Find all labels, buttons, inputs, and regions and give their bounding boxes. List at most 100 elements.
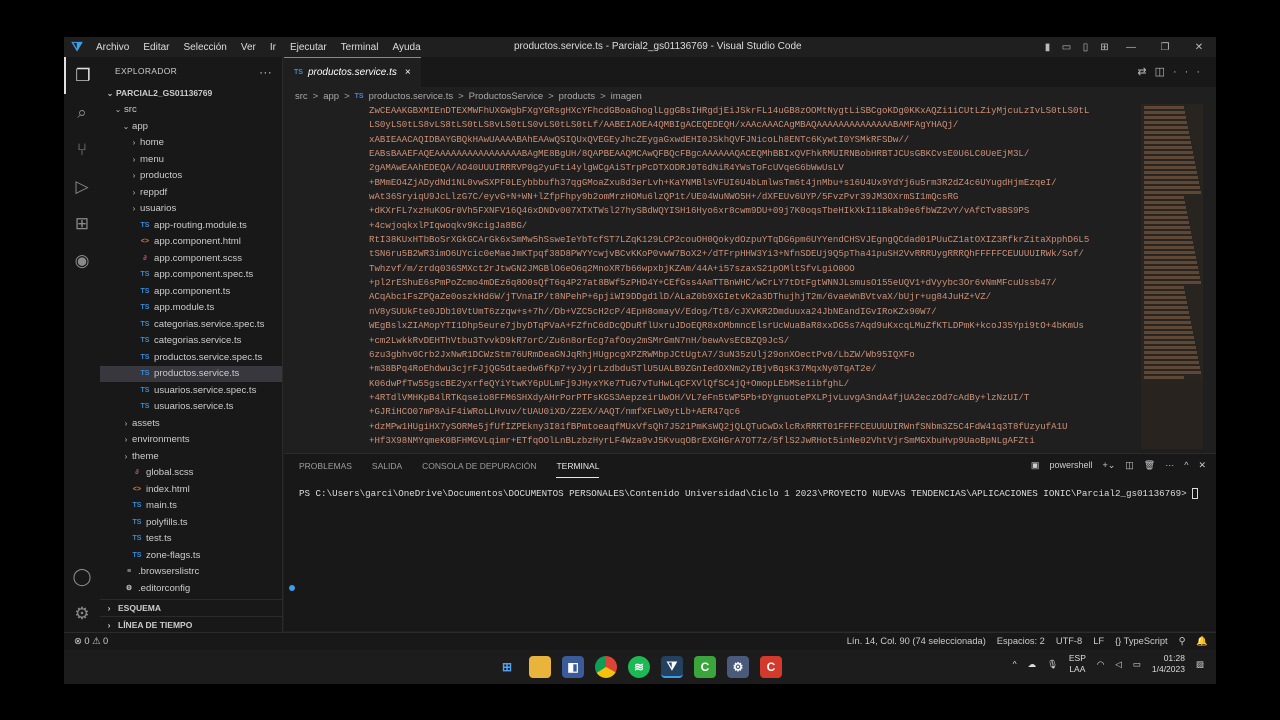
breadcrumb-item[interactable]: app [323,91,339,102]
timeline-section[interactable]: › LÍNEA DE TIEMPO [100,616,283,633]
minimap[interactable] [1141,104,1203,449]
settings-icon[interactable]: ⚙ [727,656,749,678]
vscode-taskbar-icon[interactable]: ⧩ [661,656,683,678]
live-share-icon[interactable]: ⚲ [1179,636,1186,647]
breadcrumb-item[interactable]: src [295,91,308,102]
show-hidden-icons-icon[interactable]: ^ [1013,659,1017,669]
more-icon[interactable]: ··· [1165,460,1174,471]
file-explorer-icon[interactable] [529,656,551,678]
breadcrumb-item[interactable]: ProductosService [469,91,543,102]
terminal-shell-icon[interactable]: ▣ [1031,460,1040,471]
panel-tab-problemas[interactable]: PROBLEMAS [299,455,352,477]
toggle-sidebar-icon[interactable]: ▮ [1038,42,1057,53]
tree-file[interactable]: ≡ .browserslistrc [100,564,282,581]
panel-tab-terminal[interactable]: TERMINAL [556,455,600,478]
tree-file[interactable]: TS usuarios.service.ts [100,399,282,416]
accounts-icon[interactable]: ◯ [64,558,100,595]
tree-file[interactable]: TS app.module.ts [100,300,282,317]
tree-file[interactable]: TS main.ts [100,498,282,515]
breadcrumb-item[interactable]: imagen [611,91,642,102]
tree-folder[interactable]: › theme [100,448,282,465]
menu-ver[interactable]: Ver [241,42,256,53]
tree-file[interactable]: TS zone-flags.ts [100,547,282,564]
explorer-icon[interactable]: ❐ [64,57,100,94]
toggle-panel-icon[interactable]: ▭ [1057,42,1076,53]
menu-selección[interactable]: Selección [183,42,226,53]
panel-tab-salida[interactable]: SALIDA [372,455,402,477]
panel-tab-consola-de-depuración[interactable]: CONSOLA DE DEPURACIÓN [422,455,536,477]
spotify-icon[interactable]: ≋ [628,656,650,678]
more-actions-icon[interactable]: ··· [259,65,272,79]
end-of-line[interactable]: LF [1093,636,1104,647]
menu-archivo[interactable]: Archivo [96,42,129,53]
menu-ayuda[interactable]: Ayuda [392,42,420,53]
tree-folder[interactable]: ⌄ app [100,118,282,135]
compare-icon[interactable]: ⇄ [1137,66,1154,78]
tree-file[interactable]: TS app.component.ts [100,283,282,300]
tree-file[interactable]: TS categorias.service.spec.ts [100,316,282,333]
tree-folder[interactable]: › menu [100,151,282,168]
project-root[interactable]: ⌄ PARCIAL2_GS01136769 [100,85,282,102]
tree-folder[interactable]: › usuarios [100,201,282,218]
source-control-icon[interactable]: ⑂ [64,131,100,168]
tree-folder[interactable]: › reppdf [100,184,282,201]
tree-file[interactable]: ∂ global.scss [100,465,282,482]
run-debug-icon[interactable]: ▷ [64,168,100,205]
tree-file[interactable]: TS usuarios.service.spec.ts [100,382,282,399]
tree-folder[interactable]: › productos [100,168,282,185]
breadcrumb-item[interactable]: products [559,91,595,102]
outline-section[interactable]: › ESQUEMA [100,599,283,616]
minimize-button[interactable]: — [1114,42,1148,53]
menu-editar[interactable]: Editar [143,42,169,53]
tree-file[interactable]: TS polyfills.ts [100,514,282,531]
cursor-position[interactable]: Lín. 14, Col. 90 (74 seleccionada) [847,636,986,647]
clock[interactable]: 01:28 1/4/2023 [1152,653,1185,675]
close-window-button[interactable]: ✕ [1182,42,1216,53]
menu-ir[interactable]: Ir [270,42,276,53]
tree-file[interactable]: TS categorias.service.ts [100,333,282,350]
more-icon[interactable]: ··· [1173,66,1208,78]
search-icon[interactable]: ⌕ [64,94,100,131]
codeblocks-icon[interactable]: C [694,656,716,678]
tree-file[interactable]: TS productos.service.spec.ts [100,349,282,366]
toggle-secondary-sidebar-icon[interactable]: ▯ [1076,42,1095,53]
tree-file[interactable]: <> app.component.html [100,234,282,251]
split-terminal-icon[interactable]: ◫ [1125,460,1134,471]
language-mode[interactable]: {} TypeScript [1115,636,1168,647]
battery-icon[interactable]: ▭ [1133,659,1141,670]
problems-indicator[interactable]: ⊗ 0 ⚠ 0 [64,636,108,647]
windows-start-icon[interactable]: ⊞ [496,656,518,678]
tab-productos-service[interactable]: TS productos.service.ts × [284,57,421,87]
terminal-output[interactable]: PS C:\Users\garci\OneDrive\Documentos\DO… [284,478,1216,500]
notifications-bell-icon[interactable]: 🔔 [1196,636,1208,647]
remote-explorer-icon[interactable]: ◉ [64,242,100,279]
tree-file[interactable]: ⚙ .editorconfig [100,580,282,597]
manage-gear-icon[interactable]: ⚙ [64,595,100,632]
maximize-button[interactable]: ❐ [1148,42,1182,53]
kill-terminal-icon[interactable]: 🗑 [1144,460,1155,471]
tree-folder[interactable]: › home [100,135,282,152]
tree-file[interactable]: TS app.component.spec.ts [100,267,282,284]
tree-file[interactable]: TS productos.service.ts [100,365,282,382]
onedrive-cloud-icon[interactable]: ☁ [1028,659,1037,670]
notifications-icon[interactable]: ▨ [1196,659,1204,670]
customize-layout-icon[interactable]: ⊞ [1095,42,1114,53]
shell-name[interactable]: powershell [1049,460,1092,471]
split-editor-icon[interactable]: ◫ [1155,66,1173,78]
extensions-icon[interactable]: ⊞ [64,205,100,242]
wifi-icon[interactable]: ◠ [1097,659,1104,670]
maximize-panel-icon[interactable]: ^ [1184,460,1188,471]
code-view[interactable]: ZwCEAAKGBXMIEnDTEXMWFhUXGWgbFXgYGRsgHXcY… [284,104,1134,449]
tree-file[interactable]: ∂ app.component.scss [100,250,282,267]
menu-terminal[interactable]: Terminal [341,42,379,53]
tree-folder[interactable]: ⌄ src [100,102,282,119]
red-app-icon[interactable]: C [760,656,782,678]
breadcrumb-item[interactable]: productos.service.ts [369,91,453,102]
tree-folder[interactable]: › assets [100,415,282,432]
indentation[interactable]: Espacios: 2 [997,636,1045,647]
teams-icon[interactable]: ◧ [562,656,584,678]
microphone-icon[interactable]: 🎙 [1047,659,1058,670]
close-tab-icon[interactable]: × [405,67,411,78]
tree-file[interactable]: TS app-routing.module.ts [100,217,282,234]
volume-icon[interactable]: ◁ [1115,659,1122,670]
